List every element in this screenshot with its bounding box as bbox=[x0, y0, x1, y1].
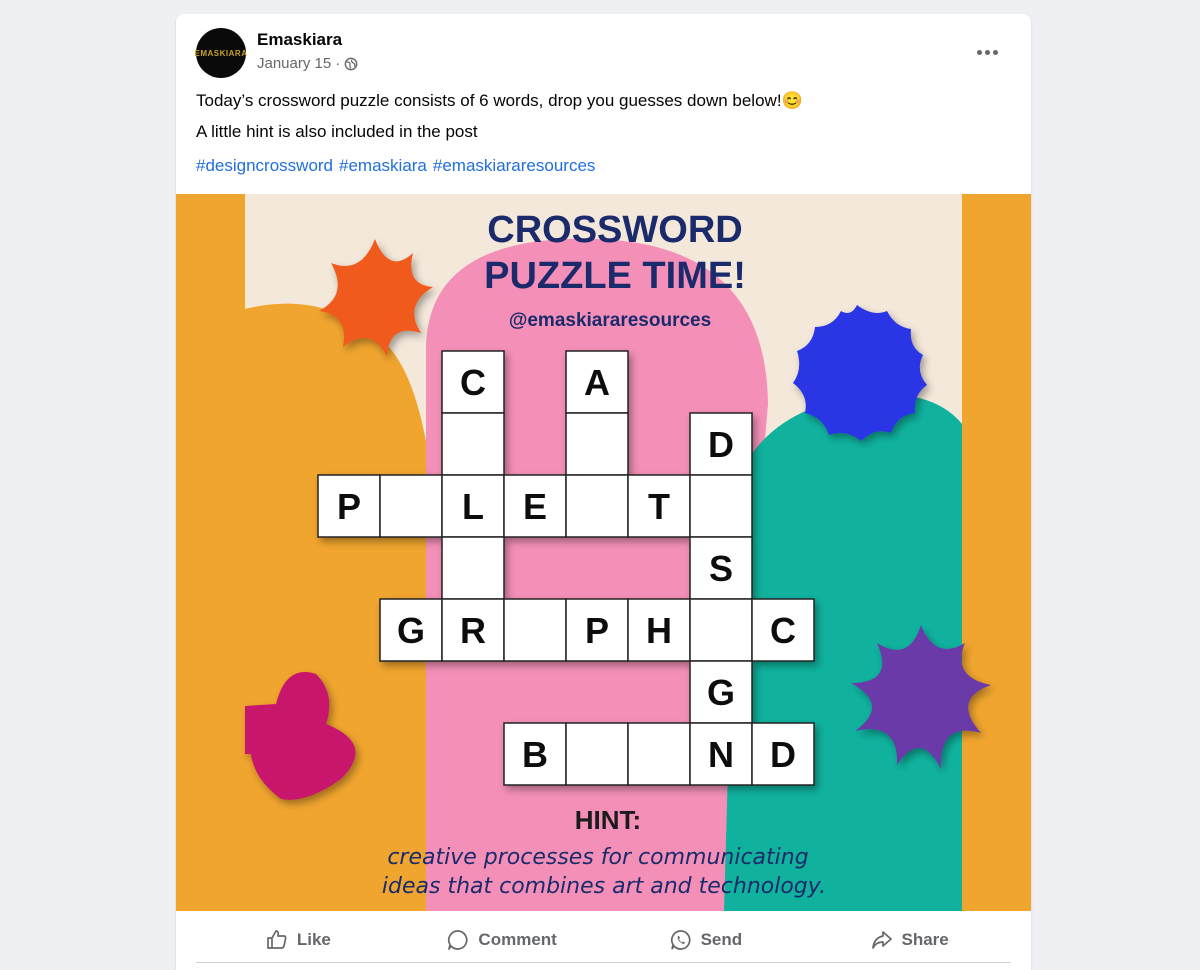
crossword-letter: D bbox=[770, 734, 796, 775]
hint-line-1: creative processes for communicating bbox=[387, 845, 808, 870]
post-hashtags: #designcrossword #emaskiara #emaskiarareso… bbox=[196, 156, 601, 176]
hashtag-link[interactable]: #designcrossword bbox=[196, 156, 333, 175]
crossword-letter: D bbox=[708, 424, 734, 465]
like-label: Like bbox=[296, 930, 331, 949]
share-label: Share bbox=[901, 930, 949, 949]
post-card: EMASKIARA Emaskiara January 15 · Today’s… bbox=[176, 14, 1031, 970]
crossword-cell bbox=[441, 412, 505, 476]
more-options-button[interactable] bbox=[975, 40, 999, 64]
thumbs-up-icon bbox=[267, 930, 287, 949]
crossword-letter: S bbox=[709, 548, 733, 589]
crossword-cell bbox=[441, 536, 505, 600]
crossword-illustration: CROSSWORD PUZZLE TIME! @emaskiararesourc… bbox=[176, 194, 1031, 911]
crossword-letter: H bbox=[646, 610, 672, 651]
image-title-line-2: PUZZLE TIME! bbox=[484, 255, 746, 297]
share-button[interactable]: Share bbox=[807, 918, 1011, 962]
crossword-letter: B bbox=[522, 734, 548, 775]
send-label: Send bbox=[700, 930, 743, 949]
dot-icon bbox=[976, 49, 982, 55]
crossword-cell bbox=[565, 412, 629, 476]
crossword-letter: A bbox=[584, 362, 610, 403]
hint-line-2: ideas that combines art and technology. bbox=[382, 874, 826, 899]
crossword-letter: L bbox=[462, 486, 484, 527]
crossword-letter: C bbox=[770, 610, 796, 651]
whatsapp-icon bbox=[670, 930, 691, 950]
crossword-letter: P bbox=[337, 486, 361, 527]
crossword-letter: R bbox=[460, 610, 486, 651]
like-button[interactable]: Like bbox=[196, 918, 400, 962]
crossword-cell bbox=[503, 598, 567, 662]
crossword-cell bbox=[689, 598, 753, 662]
dot-icon bbox=[992, 49, 998, 55]
crossword-cell bbox=[689, 474, 753, 538]
author-avatar[interactable]: EMASKIARA bbox=[194, 28, 248, 78]
post-actions: Like Comment Send Share bbox=[196, 918, 1011, 963]
avatar-logo-text: EMASKIARA bbox=[194, 48, 248, 58]
crossword-cell bbox=[627, 722, 691, 786]
post-text-line-2: A little hint is also included in the po… bbox=[196, 122, 478, 141]
crossword-letter: G bbox=[397, 610, 425, 651]
share-arrow-icon bbox=[871, 931, 892, 949]
crossword-letter: C bbox=[460, 362, 486, 403]
comment-label: Comment bbox=[478, 930, 557, 949]
send-button[interactable]: Send bbox=[604, 918, 808, 962]
image-title-line-1: CROSSWORD bbox=[487, 209, 742, 251]
globe-icon bbox=[344, 57, 358, 70]
image-handle: @emaskiararesources bbox=[509, 310, 711, 331]
crossword-letter: T bbox=[648, 486, 670, 527]
crossword-cell bbox=[379, 474, 443, 538]
dot-icon bbox=[984, 49, 990, 55]
crossword-letter: P bbox=[585, 610, 609, 651]
hint-label: HINT: bbox=[575, 805, 641, 835]
crossword-cell bbox=[565, 722, 629, 786]
comment-button[interactable]: Comment bbox=[400, 918, 604, 962]
meta-separator: · bbox=[335, 55, 341, 72]
post-meta: January 15 · bbox=[257, 55, 358, 72]
post-text-line-1: Today’s crossword puzzle consists of 6 w… bbox=[196, 91, 803, 110]
crossword-cell bbox=[565, 474, 629, 538]
post-date[interactable]: January 15 bbox=[257, 55, 331, 72]
crossword-letter: G bbox=[707, 672, 735, 713]
comment-icon bbox=[448, 930, 468, 950]
author-name[interactable]: Emaskiara bbox=[257, 30, 342, 50]
hashtag-link[interactable]: #emaskiara bbox=[339, 156, 427, 175]
hashtag-link[interactable]: #emaskiararesources bbox=[433, 156, 596, 175]
crossword-letter: N bbox=[708, 734, 734, 775]
crossword-letter: E bbox=[523, 486, 547, 527]
post-image[interactable]: CROSSWORD PUZZLE TIME! @emaskiararesourc… bbox=[176, 194, 1031, 911]
